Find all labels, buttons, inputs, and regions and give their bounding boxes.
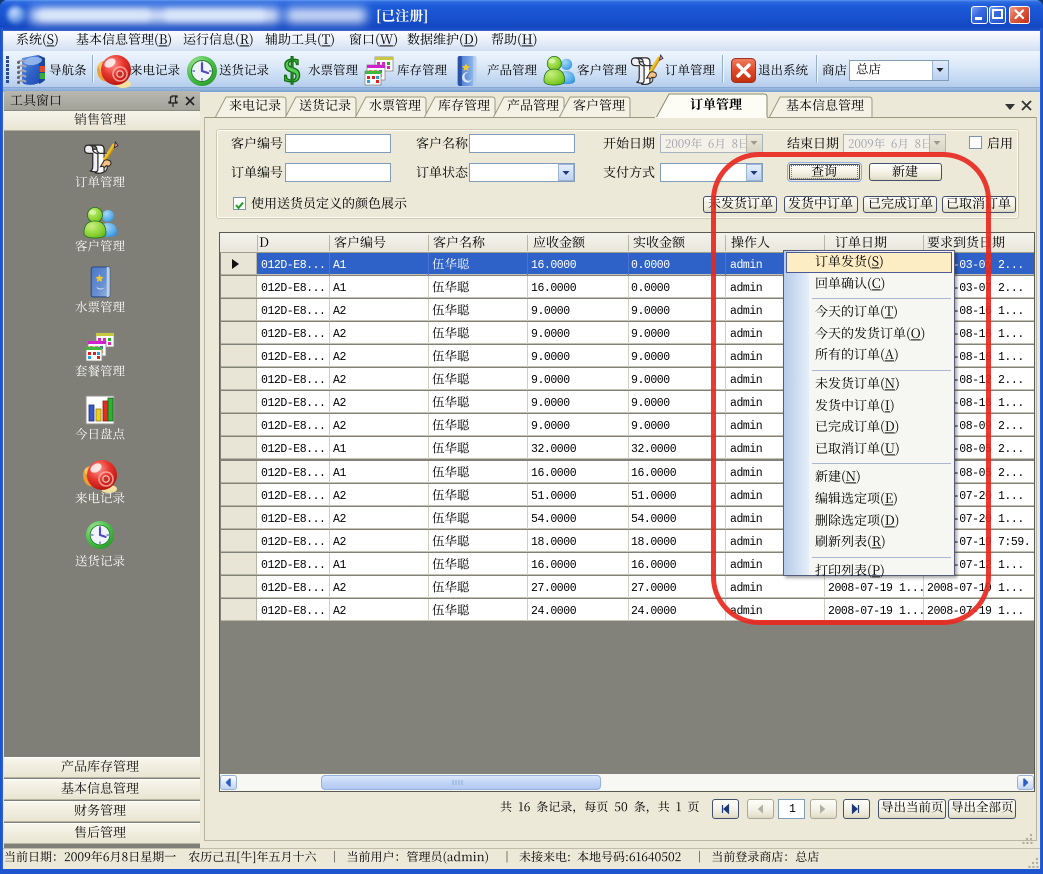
svg-text:$: $ bbox=[284, 55, 301, 86]
